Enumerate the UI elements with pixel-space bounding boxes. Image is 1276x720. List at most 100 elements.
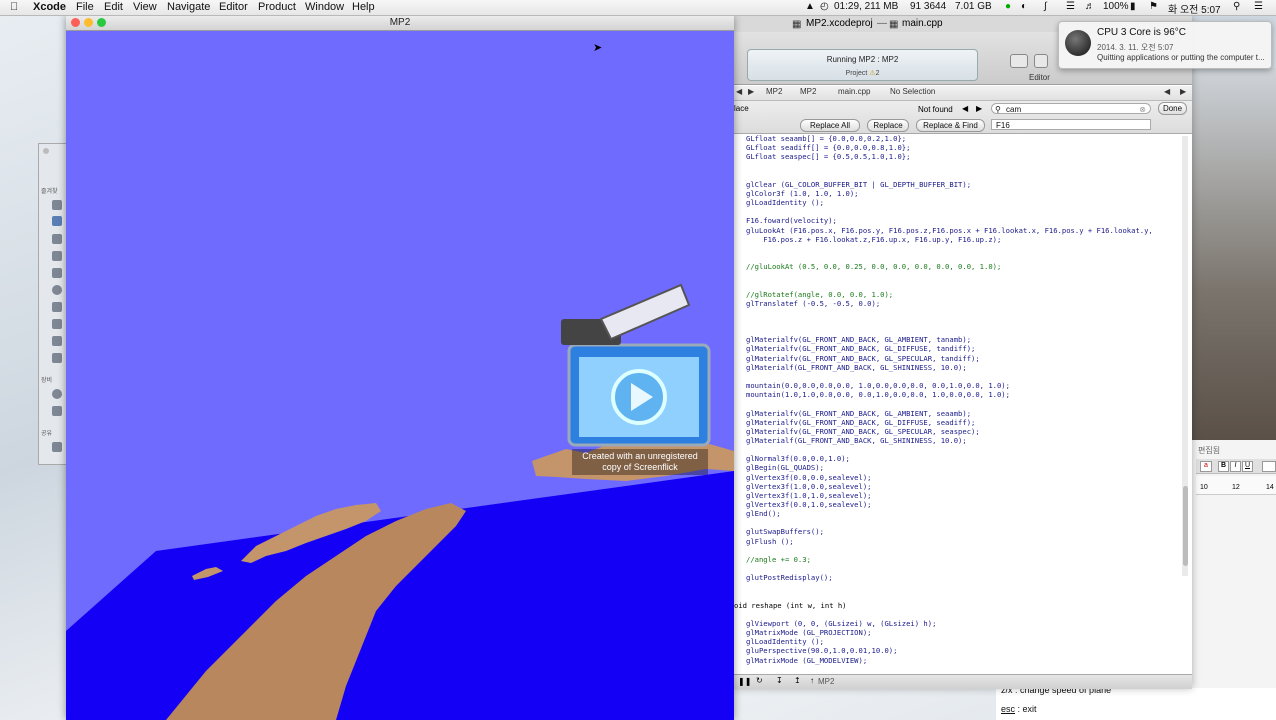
code-line[interactable]: glEnd(); bbox=[746, 509, 781, 518]
code-line[interactable]: oid reshape (int w, int h) bbox=[734, 601, 847, 610]
code-line[interactable]: gluLookAt (F16.pos.x, F16.pos.y, F16.pos… bbox=[746, 226, 1153, 235]
counter-status[interactable]: 91 3644 bbox=[910, 1, 946, 12]
battery-percent[interactable]: 100% bbox=[1103, 1, 1129, 12]
menu-edit[interactable]: Edit bbox=[104, 1, 123, 13]
debug-target[interactable]: MP2 bbox=[818, 677, 834, 686]
code-line[interactable]: glMaterialfv(GL_FRONT_AND_BACK, GL_AMBIE… bbox=[746, 335, 971, 344]
code-line[interactable]: //glRotatef(angle, 0.0, 0.0, 1.0); bbox=[746, 290, 893, 299]
green-status-icon[interactable]: ● bbox=[1005, 1, 1011, 12]
code-line[interactable]: glutSwapBuffers(); bbox=[746, 527, 824, 536]
code-line[interactable]: glLoadIdentity (); bbox=[746, 198, 824, 207]
editor-scroll-thumb[interactable] bbox=[1183, 486, 1188, 566]
disk-status[interactable]: 7.01 GB bbox=[955, 1, 992, 12]
menu-file[interactable]: File bbox=[76, 1, 94, 13]
next-arrow-icon[interactable]: ▶ bbox=[1180, 87, 1186, 96]
notification-center-icon[interactable]: ☰ bbox=[1254, 1, 1263, 12]
code-line[interactable]: glMatrixMode (GL_MODELVIEW); bbox=[746, 656, 867, 665]
code-line[interactable]: GLfloat seadiff[] = {0.0,0.0,0.8,1.0}; bbox=[746, 143, 910, 152]
pause-icon[interactable]: ❚❚ bbox=[738, 677, 751, 686]
app-menu[interactable]: Xcode bbox=[33, 1, 66, 13]
code-line[interactable]: glVertex3f(0.0,1.0,sealevel); bbox=[746, 500, 872, 509]
underline-button[interactable]: U bbox=[1242, 461, 1253, 472]
jump-file[interactable]: main.cpp bbox=[838, 87, 870, 96]
find-next-icon[interactable]: ▶ bbox=[976, 104, 982, 113]
sidebar-item-icon[interactable] bbox=[52, 200, 62, 210]
code-line[interactable]: glNormal3f(0.0,0.0,1.0); bbox=[746, 454, 850, 463]
replace-input[interactable]: F16 bbox=[991, 119, 1151, 130]
code-line[interactable]: mountain(1.0,1.0,0.0,0.0, 0.0,1.0,0.0,0.… bbox=[746, 390, 1010, 399]
code-line[interactable]: glMatrixMode (GL_PROJECTION); bbox=[746, 628, 872, 637]
opengl-scene-canvas[interactable] bbox=[66, 31, 734, 720]
sidebar-item-icon[interactable] bbox=[52, 268, 62, 278]
code-line[interactable]: glViewport (0, 0, (GLsizei) w, (GLsizei)… bbox=[746, 619, 936, 628]
menu-window[interactable]: Window bbox=[305, 1, 344, 13]
finder-close-button[interactable] bbox=[43, 148, 49, 154]
step-out-icon[interactable]: ↑ bbox=[810, 676, 814, 685]
step-over-icon[interactable]: ↧ bbox=[776, 676, 783, 685]
menu-view[interactable]: View bbox=[133, 1, 157, 13]
code-line[interactable]: //angle += 0.3; bbox=[746, 555, 811, 564]
sidebar-item-icon[interactable] bbox=[52, 302, 62, 312]
menubar-clock[interactable]: 화 오전 5:07 bbox=[1168, 1, 1221, 16]
sidebar-item-icon[interactable] bbox=[52, 216, 62, 226]
search-input[interactable]: ⚲ cam ⊗ bbox=[991, 103, 1151, 114]
replace-button[interactable]: Replace bbox=[867, 119, 909, 132]
code-line[interactable]: glMaterialfv(GL_FRONT_AND_BACK, GL_SPECU… bbox=[746, 354, 980, 363]
input-flag-icon[interactable]: ⚑ bbox=[1149, 1, 1158, 12]
drive-icon[interactable] bbox=[52, 406, 62, 416]
menu-product[interactable]: Product bbox=[258, 1, 296, 13]
code-line[interactable]: glTranslatef (-0.5, -0.5, 0.0); bbox=[746, 299, 880, 308]
menu-editor[interactable]: Editor bbox=[219, 1, 248, 13]
code-line[interactable]: glFlush (); bbox=[746, 537, 794, 546]
replace-and-find-button[interactable]: Replace & Find bbox=[916, 119, 985, 132]
standard-editor-button[interactable] bbox=[1010, 54, 1028, 68]
back-arrow-icon[interactable]: ◀ bbox=[736, 87, 742, 96]
warning-count[interactable]: 2 bbox=[876, 70, 880, 77]
code-line[interactable]: glMaterialfv(GL_FRONT_AND_BACK, GL_DIFFU… bbox=[746, 418, 975, 427]
text-color-button[interactable]: a bbox=[1200, 461, 1212, 472]
battery-icon[interactable]: ▮ bbox=[1130, 1, 1136, 12]
app-window-titlebar[interactable]: MP2 bbox=[66, 16, 734, 31]
jump-selection[interactable]: No Selection bbox=[890, 87, 935, 96]
apple-menu-icon[interactable]:  bbox=[10, 1, 18, 13]
forward-arrow-icon[interactable]: ▶ bbox=[748, 87, 754, 96]
done-button[interactable]: Done bbox=[1158, 102, 1187, 115]
monitor-status-icon[interactable]: ◐ bbox=[1021, 1, 1027, 12]
wifi-icon[interactable]: ☰ bbox=[1066, 1, 1075, 12]
prev-arrow-icon[interactable]: ◀ bbox=[1164, 87, 1170, 96]
jump-project[interactable]: MP2 bbox=[766, 87, 782, 96]
continue-icon[interactable]: ↻ bbox=[756, 676, 763, 685]
align-button[interactable] bbox=[1262, 461, 1276, 472]
code-line[interactable]: glColor3f (1.0, 1.0, 1.0); bbox=[746, 189, 859, 198]
bluetooth-icon[interactable]: ∫ bbox=[1044, 1, 1047, 12]
code-line[interactable]: glMaterialfv(GL_FRONT_AND_BACK, GL_AMBIE… bbox=[746, 409, 971, 418]
code-line[interactable]: glClear (GL_COLOR_BUFFER_BIT | GL_DEPTH_… bbox=[746, 180, 971, 189]
menu-help[interactable]: Help bbox=[352, 1, 375, 13]
code-line[interactable]: gluPerspective(90.0,1.0,0.01,10.0); bbox=[746, 646, 897, 655]
code-line[interactable]: glMaterialfv(GL_FRONT_AND_BACK, GL_DIFFU… bbox=[746, 344, 975, 353]
clear-icon[interactable]: ⊗ bbox=[1139, 104, 1146, 115]
notification-banner[interactable]: CPU 3 Core is 96°C 2014. 3. 11. 오전 5:07 … bbox=[1058, 21, 1272, 69]
camera-icon[interactable] bbox=[52, 336, 62, 346]
tab-project[interactable]: MP2.xcodeproj bbox=[806, 18, 873, 29]
volume-icon[interactable]: ♬ bbox=[1085, 1, 1095, 12]
find-prev-icon[interactable]: ◀ bbox=[962, 104, 968, 113]
sidebar-item-icon[interactable] bbox=[52, 251, 62, 261]
code-line[interactable]: glVertex3f(0.0,0.0,sealevel); bbox=[746, 473, 872, 482]
music-icon[interactable] bbox=[52, 319, 62, 329]
step-into-icon[interactable]: ↥ bbox=[794, 676, 801, 685]
sidebar-item-icon[interactable] bbox=[52, 234, 62, 244]
code-line[interactable]: glutPostRedisplay(); bbox=[746, 573, 833, 582]
shared-computer-icon[interactable] bbox=[52, 442, 62, 452]
menu-navigate[interactable]: Navigate bbox=[167, 1, 210, 13]
code-editor[interactable]: GLfloat seaamb[] = {0.0,0.0,0.2,1.0}; GLf… bbox=[734, 134, 1180, 674]
assistant-editor-button[interactable] bbox=[1034, 54, 1048, 68]
code-line[interactable]: //gluLookAt (0.5, 0.0, 0.25, 0.0, 0.0, 0… bbox=[746, 262, 1001, 271]
code-line[interactable]: glVertex3f(1.0,0.0,sealevel); bbox=[746, 482, 872, 491]
code-line[interactable]: glMaterialf(GL_FRONT_AND_BACK, GL_SHININ… bbox=[746, 363, 967, 372]
italic-button[interactable]: I bbox=[1230, 461, 1241, 472]
code-line[interactable]: F16.pos.z + F16.lookat.z,F16.up.x, F16.u… bbox=[746, 235, 1001, 244]
code-line[interactable]: glMaterialfv(GL_FRONT_AND_BACK, GL_SPECU… bbox=[746, 427, 980, 436]
notification-bell-icon[interactable]: ▲ bbox=[805, 1, 815, 12]
time-memory-status[interactable]: 01:29, 211 MB bbox=[834, 1, 898, 12]
